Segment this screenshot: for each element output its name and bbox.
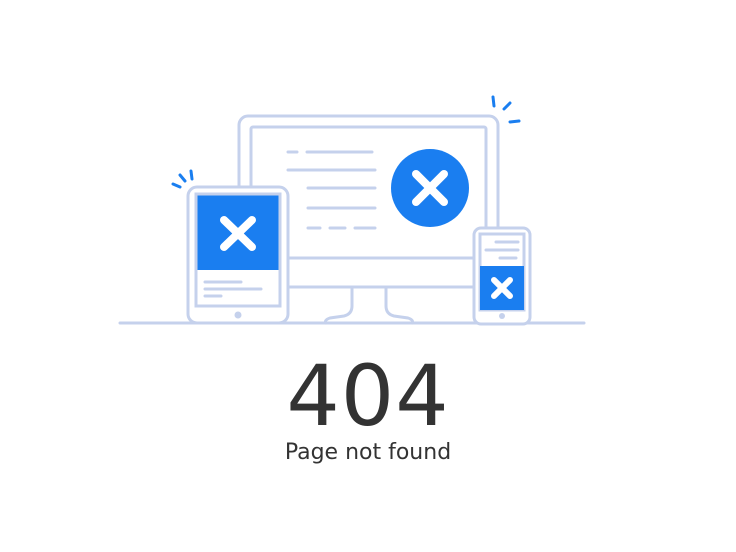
error-message: Page not found bbox=[284, 440, 452, 465]
error-page: 404 Page not found bbox=[0, 0, 736, 552]
error-code: 404 bbox=[286, 347, 450, 445]
tablet-icon bbox=[171, 169, 290, 325]
devices-error-illustration bbox=[118, 95, 586, 326]
phone-icon bbox=[472, 226, 532, 326]
